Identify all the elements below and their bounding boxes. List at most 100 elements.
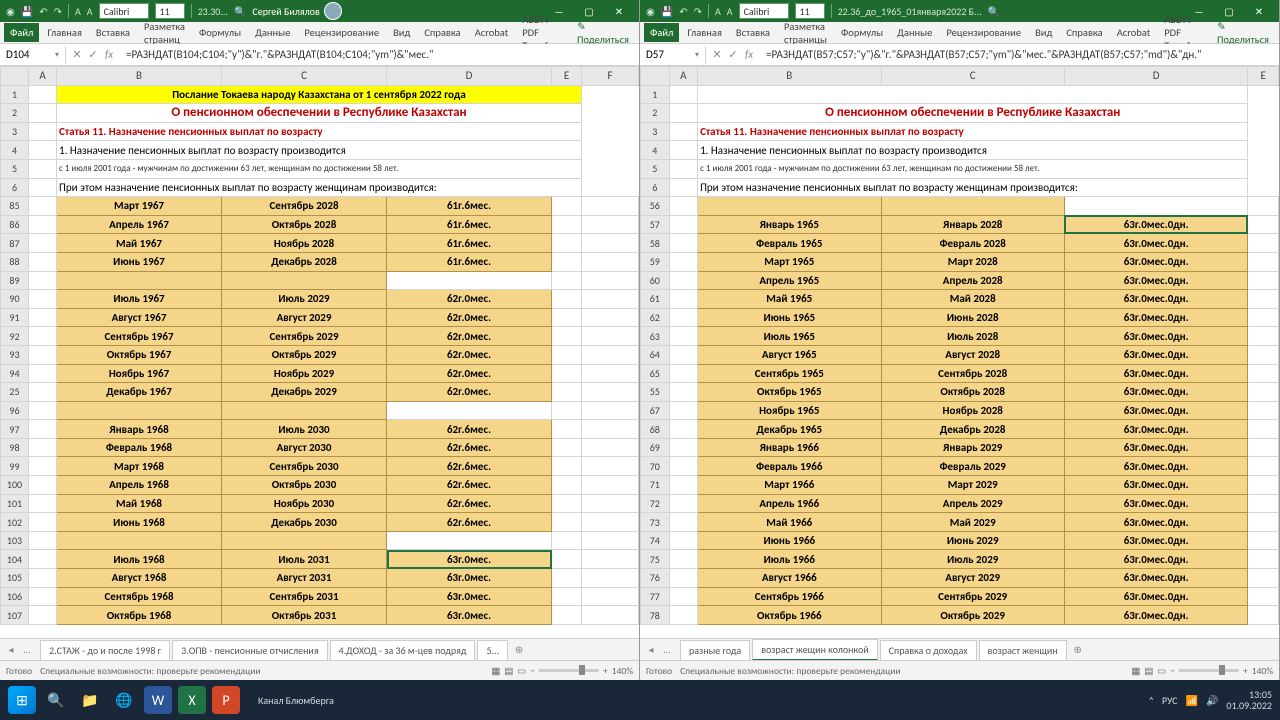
row-header[interactable]: 85 <box>1 197 29 216</box>
cell[interactable]: При этом назначение пенсионных выплат по… <box>698 178 1248 197</box>
cell[interactable] <box>582 587 639 606</box>
cell[interactable] <box>552 606 582 625</box>
cell[interactable]: 62г.6мес. <box>387 457 552 476</box>
cell[interactable]: Сентябрь 1968 <box>57 587 222 606</box>
cell[interactable] <box>552 587 582 606</box>
row-header[interactable]: 6 <box>641 178 670 197</box>
cell[interactable]: Январь 1966 <box>698 438 881 457</box>
sheet-tab[interactable]: 5... <box>477 640 508 660</box>
cell[interactable]: Август 1968 <box>57 569 222 588</box>
row-header[interactable]: 91 <box>1 308 29 327</box>
col-header[interactable]: F <box>582 67 639 86</box>
redo-icon[interactable]: ↷ <box>694 5 702 18</box>
row-header[interactable]: 3 <box>1 122 29 141</box>
row-header[interactable]: 75 <box>641 550 670 569</box>
search-icon[interactable]: 🔍 <box>234 5 246 18</box>
row-header[interactable]: 86 <box>1 215 29 234</box>
cell[interactable]: Октябрь 2030 <box>222 476 387 495</box>
row-header[interactable]: 63 <box>641 327 670 346</box>
col-header[interactable]: B <box>698 67 881 86</box>
cell[interactable]: Сентябрь 2028 <box>222 197 387 216</box>
cell[interactable]: Декабрь 2029 <box>222 383 387 402</box>
cell[interactable] <box>552 513 582 532</box>
row-header[interactable]: 93 <box>1 345 29 364</box>
row-header[interactable]: 55 <box>641 383 670 402</box>
cell[interactable] <box>552 327 582 346</box>
cell[interactable]: 1. Назначение пенсионных выплат по возра… <box>57 141 582 160</box>
row-header[interactable]: 71 <box>641 476 670 495</box>
fx-icon[interactable]: fx <box>742 48 756 61</box>
row-header[interactable]: 4 <box>641 141 670 160</box>
cell[interactable] <box>1248 438 1279 457</box>
cell[interactable]: 63г.0мес.0дн. <box>1064 420 1247 439</box>
cell[interactable] <box>552 197 582 216</box>
cell[interactable]: 63г.0мес.0дн. <box>1064 290 1247 309</box>
ribbon-tab[interactable]: Главная <box>681 23 728 42</box>
cell[interactable]: 63г.0мес.0дн. <box>1064 513 1247 532</box>
sheet-tab[interactable]: возраст жещин колонкой <box>752 639 877 661</box>
row-header[interactable]: 62 <box>641 308 670 327</box>
cell[interactable]: Послание Токаева народу Казахстана от 1 … <box>57 85 582 104</box>
cell[interactable]: Февраль 1965 <box>698 234 881 253</box>
row-header[interactable]: 92 <box>1 327 29 346</box>
cell[interactable]: 63г.0мес.0дн. <box>1064 606 1247 625</box>
cell[interactable] <box>698 197 881 216</box>
row-header[interactable]: 56 <box>641 197 670 216</box>
cell[interactable]: Декабрь 1965 <box>698 420 881 439</box>
view-page-icon[interactable]: ▤ <box>1144 665 1153 677</box>
ribbon-tab[interactable]: Вид <box>387 23 416 42</box>
cell[interactable]: Сентябрь 2028 <box>881 364 1064 383</box>
cell[interactable] <box>552 271 582 290</box>
row-header[interactable]: 98 <box>1 438 29 457</box>
cell[interactable] <box>1248 215 1279 234</box>
cell[interactable] <box>582 476 639 495</box>
cell[interactable]: Июнь 1968 <box>57 513 222 532</box>
cell[interactable]: 62г.0мес. <box>387 364 552 383</box>
row-header[interactable]: 103 <box>1 531 29 550</box>
row-header[interactable]: 61 <box>641 290 670 309</box>
row-header[interactable]: 67 <box>641 401 670 420</box>
cell[interactable] <box>387 401 552 420</box>
cell[interactable]: 62г.0мес. <box>387 327 552 346</box>
cell[interactable]: 62г.6мес. <box>387 494 552 513</box>
ribbon-tab[interactable]: Вставка <box>90 23 136 42</box>
row-header[interactable]: 76 <box>641 569 670 588</box>
row-header[interactable]: 74 <box>641 531 670 550</box>
cell[interactable]: 62г.6мес. <box>387 476 552 495</box>
sheet-tab[interactable]: 4.ДОХОД - за 36 м-цев подряд <box>330 640 476 660</box>
cell[interactable]: Январь 1968 <box>57 420 222 439</box>
tab-nav-first-icon[interactable]: ◂ <box>4 643 18 656</box>
cell[interactable]: 62г.0мес. <box>387 308 552 327</box>
worksheet[interactable]: ABCDE12О пенсионном обеспечении в Респуб… <box>640 66 1279 638</box>
cell[interactable] <box>552 383 582 402</box>
save-icon[interactable]: 💾 <box>21 5 33 18</box>
cell[interactable]: Март 1968 <box>57 457 222 476</box>
cell[interactable] <box>552 531 582 550</box>
row-header[interactable]: 5 <box>1 159 29 178</box>
cell[interactable]: 63г.0мес.0дн. <box>1064 345 1247 364</box>
cell[interactable]: 63г.0мес.0дн. <box>1064 308 1247 327</box>
cell[interactable] <box>387 271 552 290</box>
sheet-tab[interactable]: разные года <box>680 640 750 660</box>
name-box[interactable]: D57▾ <box>640 46 706 63</box>
row-header[interactable]: 88 <box>1 252 29 271</box>
cell[interactable]: Июль 1966 <box>698 550 881 569</box>
cell[interactable]: Сентябрь 2031 <box>222 587 387 606</box>
cell[interactable] <box>1248 476 1279 495</box>
cancel-fx-icon[interactable]: ✕ <box>70 48 84 61</box>
cell[interactable]: с 1 июля 2001 года - мужчинам по достиже… <box>698 159 1248 178</box>
row-header[interactable]: 68 <box>641 420 670 439</box>
cell[interactable]: Декабрь 2028 <box>222 252 387 271</box>
cell[interactable]: Апрель 2029 <box>881 494 1064 513</box>
ribbon-tab[interactable]: Данные <box>249 23 296 42</box>
cell[interactable] <box>1248 513 1279 532</box>
row-header[interactable]: 58 <box>641 234 670 253</box>
cell[interactable]: Июль 2029 <box>222 290 387 309</box>
zoom-slider[interactable] <box>1179 669 1239 672</box>
zoom-level[interactable]: 140% <box>1252 665 1273 677</box>
cell[interactable]: 63г.0мес.0дн. <box>1064 234 1247 253</box>
cell[interactable]: Октябрь 2031 <box>222 606 387 625</box>
cell[interactable] <box>1248 383 1279 402</box>
cell[interactable]: 63г.0мес.0дн. <box>1064 271 1247 290</box>
cell[interactable]: Сентябрь 2030 <box>222 457 387 476</box>
